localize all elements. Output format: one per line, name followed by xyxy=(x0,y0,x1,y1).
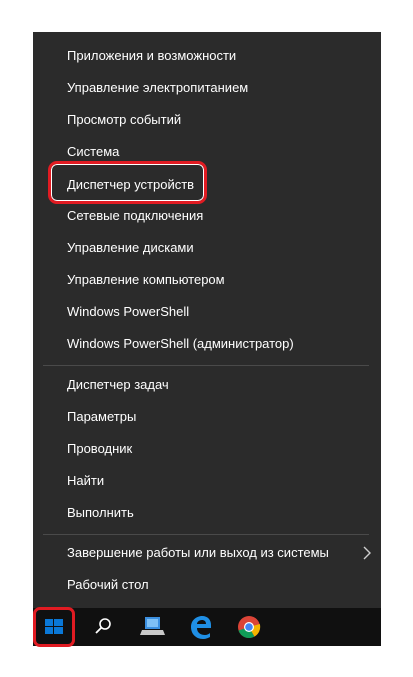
chrome-icon xyxy=(238,616,261,639)
computer-icon xyxy=(140,617,165,635)
menu-item-settings[interactable]: Параметры xyxy=(33,401,381,433)
menu-item-network-connections[interactable]: Сетевые подключения xyxy=(33,200,381,232)
menu-item-file-explorer[interactable]: Проводник xyxy=(33,433,381,465)
menu-item-desktop[interactable]: Рабочий стол xyxy=(33,569,381,601)
menu-item-disk-management[interactable]: Управление дисками xyxy=(33,232,381,264)
menu-item-run[interactable]: Выполнить xyxy=(33,497,381,529)
taskbar xyxy=(33,608,381,646)
menu-item-powershell-admin[interactable]: Windows PowerShell (администратор) xyxy=(33,328,381,360)
chevron-right-icon xyxy=(363,537,371,569)
menu-item-shutdown-signout[interactable]: Завершение работы или выход из системы xyxy=(33,537,381,569)
menu-item-event-viewer[interactable]: Просмотр событий xyxy=(33,104,381,136)
menu-item-apps-features[interactable]: Приложения и возможности xyxy=(33,40,381,72)
menu-item-powershell[interactable]: Windows PowerShell xyxy=(33,296,381,328)
winx-context-menu: Приложения и возможности Управление элек… xyxy=(33,32,381,608)
edge-icon xyxy=(191,616,211,639)
menu-separator xyxy=(43,534,369,535)
search-taskbar-button[interactable] xyxy=(81,608,129,646)
computer-taskbar-button[interactable] xyxy=(129,608,177,646)
chrome-taskbar-button[interactable] xyxy=(225,608,273,646)
menu-separator xyxy=(43,365,369,366)
edge-taskbar-button[interactable] xyxy=(177,608,225,646)
search-icon xyxy=(95,618,111,634)
menu-item-search[interactable]: Найти xyxy=(33,465,381,497)
start-button-highlight xyxy=(33,607,75,647)
device-manager-highlight xyxy=(48,161,207,204)
menu-item-power-options[interactable]: Управление электропитанием xyxy=(33,72,381,104)
menu-item-computer-management[interactable]: Управление компьютером xyxy=(33,264,381,296)
menu-item-task-manager[interactable]: Диспетчер задач xyxy=(33,369,381,401)
